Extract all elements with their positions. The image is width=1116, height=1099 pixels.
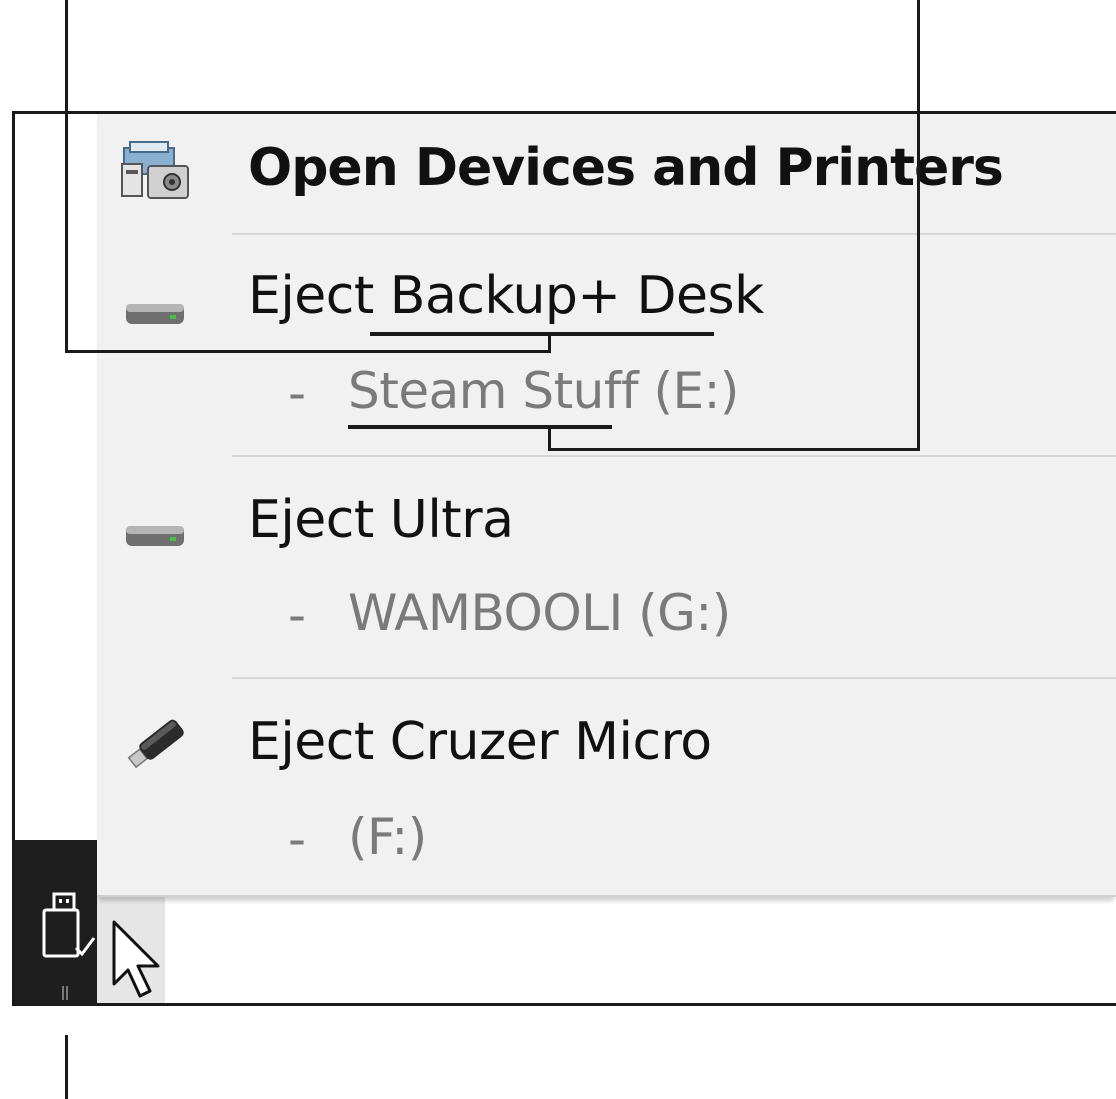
menu-label-eject-ultra: Eject Ultra: [248, 490, 514, 550]
menu-shadow-line: [97, 895, 1116, 897]
callout-line: [917, 0, 920, 451]
menu-label-eject-cruzer-micro: Eject Cruzer Micro: [248, 712, 712, 772]
external-drive-icon: [120, 300, 192, 334]
menu-label-eject-backup-desk: Eject Backup+ Desk: [248, 266, 764, 326]
menu-label-open-devices: Open Devices and Printers: [248, 138, 1004, 198]
usb-stick-icon: [120, 714, 192, 778]
menu-separator: [232, 233, 1116, 235]
volume-prefix: -: [288, 586, 307, 644]
mouse-cursor-icon: [110, 918, 166, 1002]
callout-line: [548, 448, 920, 451]
callout-line: [65, 350, 551, 353]
menu-separator: [232, 455, 1116, 457]
callout-underline-drive-name: [370, 332, 714, 336]
taskbar-grip: [62, 986, 68, 1000]
volume-prefix: -: [288, 364, 307, 422]
volume-label-wambooli: WAMBOOLI (G:): [348, 584, 731, 642]
callout-line: [65, 1035, 68, 1099]
safely-remove-hardware-icon[interactable]: [36, 888, 100, 968]
devices-printers-icon: [120, 140, 192, 206]
callout-line: [548, 336, 551, 353]
external-drive-icon: [120, 522, 192, 556]
callout-line: [65, 0, 68, 353]
volume-label-f: (F:): [348, 808, 427, 866]
callout-line: [548, 428, 551, 451]
callout-underline-volume-name: [348, 425, 612, 429]
volume-prefix: -: [288, 810, 307, 868]
volume-label-steam-stuff: Steam Stuff (E:): [348, 362, 739, 420]
menu-separator: [232, 677, 1116, 679]
